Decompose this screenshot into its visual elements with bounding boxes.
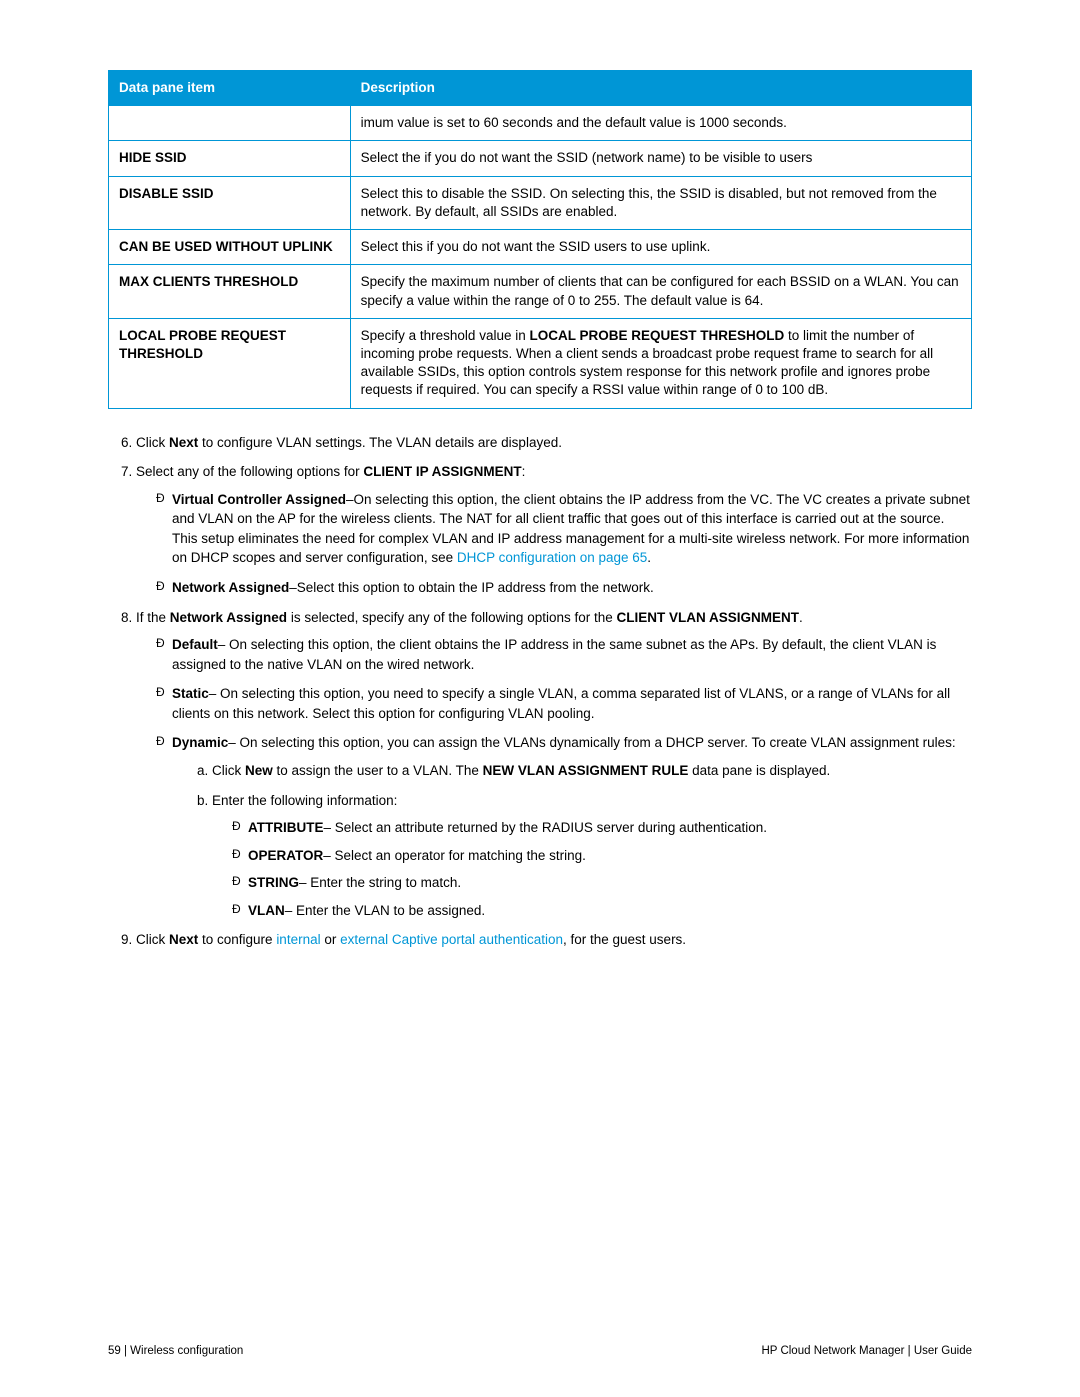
row-label: DISABLE SSID [109,176,351,229]
row-label: MAX CLIENTS THRESHOLD [109,265,351,318]
step-6: Click Next to configure VLAN settings. T… [136,433,972,453]
col-header-description: Description [350,71,971,106]
row-desc: imum value is set to 60 seconds and the … [350,106,971,141]
list-item: Click New to assign the user to a VLAN. … [212,761,972,781]
table-row: CAN BE USED WITHOUT UPLINK Select this i… [109,230,972,265]
row-desc: Specify a threshold value in LOCAL PROBE… [350,318,971,408]
list-item: Dynamic– On selecting this option, you c… [156,733,972,920]
row-label: CAN BE USED WITHOUT UPLINK [109,230,351,265]
list-item: Static– On selecting this option, you ne… [156,684,972,723]
field-list: ATTRIBUTE– Select an attribute returned … [212,818,972,920]
row-desc: Select the if you do not want the SSID (… [350,141,971,176]
step-7: Select any of the following options for … [136,462,972,597]
row-desc: Select this to disable the SSID. On sele… [350,176,971,229]
table-row: DISABLE SSID Select this to disable the … [109,176,972,229]
row-desc: Select this if you do not want the SSID … [350,230,971,265]
row-desc: Specify the maximum number of clients th… [350,265,971,318]
row-label [109,106,351,141]
link-internal[interactable]: internal [276,932,320,947]
table-row: LOCAL PROBE REQUEST THRESHOLD Specify a … [109,318,972,408]
list-item: STRING– Enter the string to match. [232,873,972,893]
row-label: HIDE SSID [109,141,351,176]
page-footer: 59 | Wireless configuration HP Cloud Net… [108,1345,972,1357]
link-dhcp-config[interactable]: DHCP configuration on page 65 [457,550,647,565]
list-item: VLAN– Enter the VLAN to be assigned. [232,901,972,921]
step-8-dynamic-sublist: Click New to assign the user to a VLAN. … [172,761,972,920]
row-label: LOCAL PROBE REQUEST THRESHOLD [109,318,351,408]
step-8: If the Network Assigned is selected, spe… [136,608,972,921]
footer-left: 59 | Wireless configuration [108,1345,243,1357]
link-external-captive[interactable]: external Captive portal authentication [340,932,563,947]
document-page: Data pane item Description imum value is… [0,0,1080,1397]
step-9: Click Next to configure internal or exte… [136,930,972,950]
data-pane-table: Data pane item Description imum value is… [108,70,972,409]
list-item: Default– On selecting this option, the c… [156,635,972,674]
step-8-sublist: Default– On selecting this option, the c… [136,635,972,920]
table-row: MAX CLIENTS THRESHOLD Specify the maximu… [109,265,972,318]
list-item: ATTRIBUTE– Select an attribute returned … [232,818,972,838]
footer-right: HP Cloud Network Manager | User Guide [761,1345,972,1357]
step-7-sublist: Virtual Controller Assigned–On selecting… [136,490,972,598]
col-header-data-pane-item: Data pane item [109,71,351,106]
list-item: Enter the following information: ATTRIBU… [212,791,972,921]
instruction-list: Click Next to configure VLAN settings. T… [108,433,972,950]
list-item: OPERATOR– Select an operator for matchin… [232,846,972,866]
table-row: HIDE SSID Select the if you do not want … [109,141,972,176]
table-row: imum value is set to 60 seconds and the … [109,106,972,141]
list-item: Virtual Controller Assigned–On selecting… [156,490,972,568]
list-item: Network Assigned–Select this option to o… [156,578,972,598]
